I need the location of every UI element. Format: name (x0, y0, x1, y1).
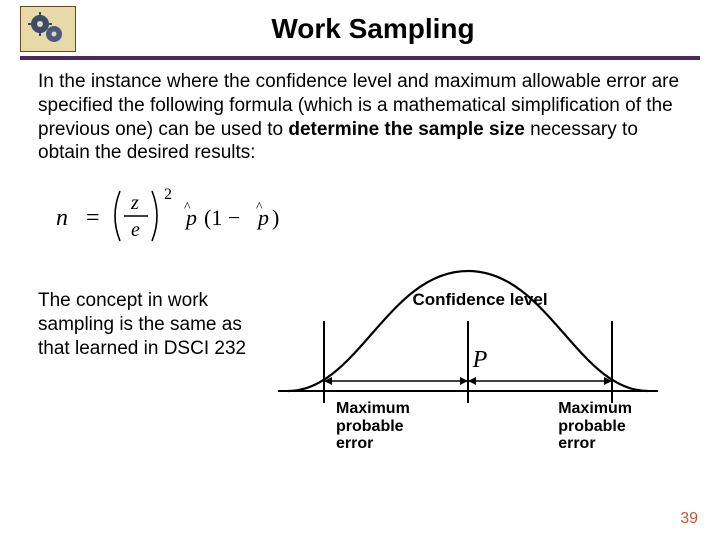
bell-curve-diagram: Confidence level P Maximumprobableerror … (278, 261, 682, 461)
formula-z: z (130, 192, 139, 214)
confidence-label: Confidence level (412, 291, 547, 310)
svg-text:): ) (272, 205, 279, 230)
formula-e: e (131, 219, 140, 241)
formula-eq: = (86, 205, 100, 231)
gear-logo-icon (20, 6, 76, 52)
formula-oneminus: (1 − (204, 205, 240, 230)
formula-n: n (56, 205, 68, 231)
intro-text: In the instance where the confidence lev… (38, 70, 682, 165)
slide-number: 39 (680, 510, 698, 528)
header-divider (20, 56, 700, 60)
intro-bold: determine the sample size (288, 119, 525, 140)
svg-text:^: ^ (184, 200, 191, 215)
p-symbol: P (473, 347, 488, 374)
page-title: Work Sampling (86, 13, 700, 45)
mpe-label-left: Maximumprobableerror (336, 400, 410, 453)
concept-text: The concept in work sampling is the same… (38, 261, 278, 360)
mpe-label-right: Maximumprobableerror (558, 400, 632, 453)
formula-exp: 2 (164, 186, 172, 203)
formula: n = z e 2 p ^ (1 − p ^ ) (48, 181, 682, 251)
svg-text:^: ^ (256, 200, 263, 215)
